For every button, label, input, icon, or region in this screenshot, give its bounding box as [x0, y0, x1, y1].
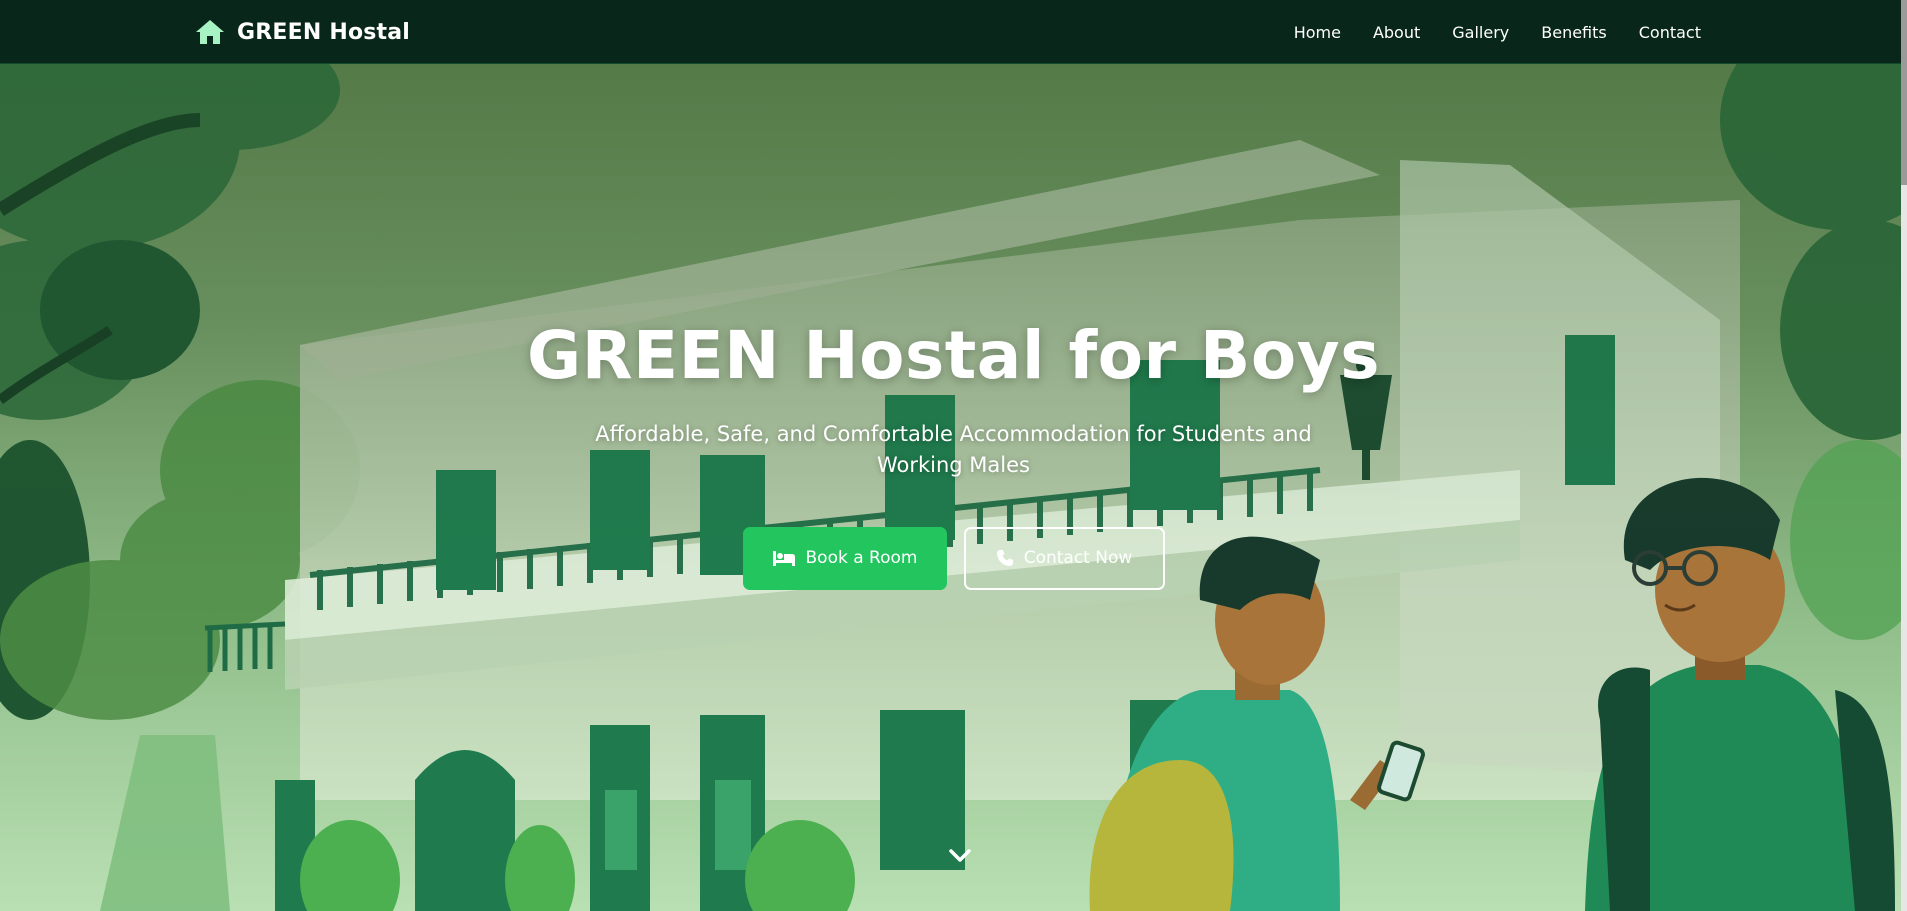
- nav-item-contact: Contact: [1639, 23, 1701, 42]
- brand-logo-link[interactable]: GREEN Hostal: [195, 0, 410, 64]
- hero-title: GREEN Hostal for Boys: [527, 317, 1380, 394]
- page: GREEN Hostal Home About Gallery Benefits…: [0, 0, 1907, 911]
- book-room-button[interactable]: Book a Room: [742, 526, 947, 590]
- nav-item-gallery: Gallery: [1452, 23, 1509, 42]
- phone-icon: [996, 549, 1014, 567]
- nav-link-gallery[interactable]: Gallery: [1452, 23, 1509, 42]
- scrollbar-thumb[interactable]: [1901, 0, 1907, 185]
- nav-link-about[interactable]: About: [1373, 23, 1420, 42]
- contact-now-label: Contact Now: [1023, 548, 1133, 569]
- bed-icon: [772, 549, 796, 567]
- nav-links: Home About Gallery Benefits Contact: [1294, 0, 1701, 64]
- nav-link-contact[interactable]: Contact: [1639, 23, 1701, 42]
- nav-item-about: About: [1373, 23, 1420, 42]
- hero-buttons: Book a Room Contact Now: [0, 526, 1907, 590]
- hero-section: GREEN Hostal for Boys Affordable, Safe, …: [0, 317, 1907, 590]
- hero-subtitle: Affordable, Safe, and Comfortable Accomm…: [595, 421, 1312, 478]
- home-icon: [195, 19, 225, 45]
- nav-link-benefits[interactable]: Benefits: [1541, 23, 1607, 42]
- book-room-label: Book a Room: [805, 548, 918, 569]
- nav-item-benefits: Benefits: [1541, 23, 1607, 42]
- chevron-down-icon[interactable]: [948, 848, 972, 868]
- nav-link-home[interactable]: Home: [1294, 23, 1341, 42]
- navbar: GREEN Hostal Home About Gallery Benefits…: [0, 0, 1907, 64]
- nav-item-home: Home: [1294, 23, 1341, 42]
- brand-name: GREEN Hostal: [237, 19, 411, 45]
- contact-now-button[interactable]: Contact Now: [963, 526, 1165, 590]
